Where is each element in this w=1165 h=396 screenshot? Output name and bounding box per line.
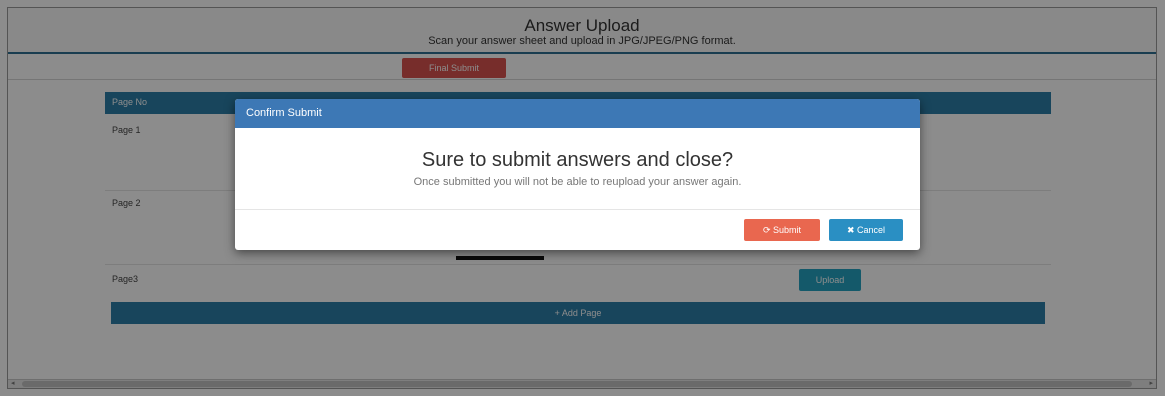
dialog-footer: ⟳ Submit ✖ Cancel xyxy=(235,210,920,250)
dialog-question: Sure to submit answers and close? xyxy=(421,149,734,171)
confirm-submit-dialog: Confirm Submit Sure to submit answers an… xyxy=(235,99,920,250)
dialog-note: Once submitted you will not be able to r… xyxy=(413,176,742,188)
cancel-button[interactable]: ✖ Cancel xyxy=(829,219,903,241)
dialog-title: Confirm Submit xyxy=(235,99,920,128)
submit-button[interactable]: ⟳ Submit xyxy=(744,219,820,241)
dialog-body: Sure to submit answers and close? Once s… xyxy=(235,128,920,210)
